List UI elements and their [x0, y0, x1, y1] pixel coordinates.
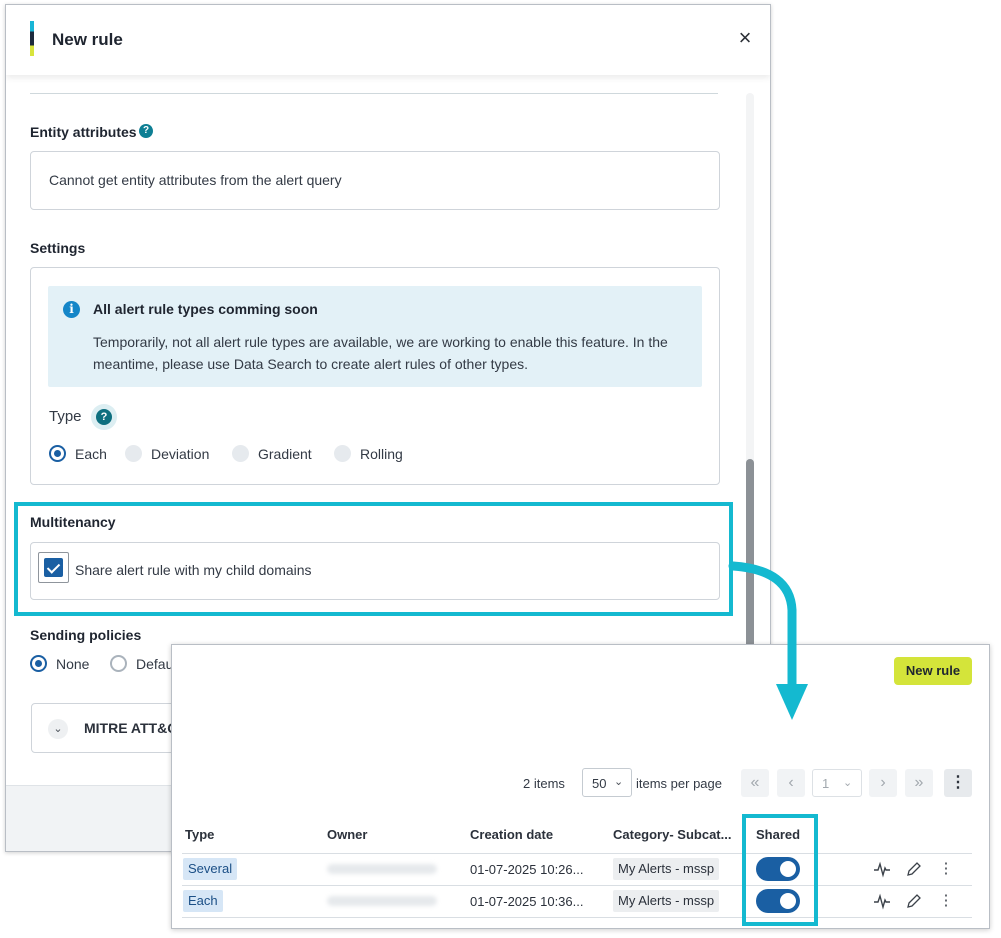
type-radio-gradient-label: Gradient — [258, 446, 312, 462]
info-banner-body: Temporarily, not all alert rule types ar… — [93, 334, 668, 372]
info-banner-title: All alert rule types comming soon — [93, 301, 318, 317]
settings-label: Settings — [30, 240, 86, 256]
entity-attributes-label: Entity attributes — [30, 124, 137, 140]
column-header-type[interactable]: Type — [185, 827, 214, 842]
section-divider — [30, 93, 718, 94]
type-radio-deviation-label: Deviation — [151, 446, 210, 462]
column-header-creation-date[interactable]: Creation date — [470, 827, 553, 842]
last-page-button[interactable]: » — [905, 769, 933, 797]
row-type-tag: Several — [183, 858, 238, 880]
type-radio-gradient[interactable] — [232, 445, 249, 462]
type-radio-rolling-label: Rolling — [360, 446, 403, 462]
page-select[interactable]: 1 ⌄ — [812, 769, 862, 797]
row-more-icon[interactable]: ⋮ — [937, 892, 955, 910]
row-divider — [182, 917, 972, 918]
column-header-category[interactable]: Category- Subcat... — [613, 827, 731, 842]
policy-radio-default[interactable] — [110, 655, 127, 672]
owner-redacted — [327, 896, 437, 906]
table-options-button[interactable]: ⋮ — [944, 769, 972, 797]
items-per-page-label: items per page — [636, 776, 722, 791]
pencil-icon[interactable] — [905, 860, 923, 878]
row-divider — [182, 885, 972, 886]
info-banner: i All alert rule types comming soon Temp… — [48, 286, 702, 387]
type-help-icon[interactable]: ? — [91, 404, 117, 430]
close-icon[interactable]: × — [734, 27, 756, 49]
owner-redacted — [327, 864, 437, 874]
row-type-tag: Each — [183, 890, 223, 912]
activity-icon[interactable] — [873, 892, 891, 910]
row-more-icon[interactable]: ⋮ — [937, 860, 955, 878]
new-rule-button[interactable]: New rule — [894, 657, 972, 685]
entity-attributes-value: Cannot get entity attributes from the al… — [49, 172, 342, 188]
row-category-tag: My Alerts - mssp — [613, 858, 720, 880]
type-radio-each[interactable] — [49, 445, 66, 462]
activity-icon[interactable] — [873, 860, 891, 878]
policy-radio-none-label: None — [56, 656, 90, 672]
table-header-divider — [182, 853, 972, 854]
per-page-value: 50 — [592, 776, 607, 791]
first-page-button[interactable]: « — [741, 769, 769, 797]
policy-radio-default-label: Defau — [136, 656, 174, 672]
modal-title: New rule — [52, 30, 123, 49]
info-icon: i — [63, 301, 80, 318]
page-value: 1 — [822, 776, 830, 791]
mitre-label: MITRE ATT&C — [84, 720, 178, 736]
type-radio-deviation[interactable] — [125, 445, 142, 462]
row-category-tag: My Alerts - mssp — [613, 890, 720, 912]
chevron-down-icon: ⌄ — [48, 719, 68, 739]
modal-header: New rule × — [6, 5, 770, 75]
type-label: Type — [49, 408, 82, 425]
chevron-down-icon: ⌄ — [843, 777, 853, 789]
help-icon[interactable]: ? — [139, 124, 153, 138]
column-header-owner[interactable]: Owner — [327, 827, 367, 842]
policy-radio-none[interactable] — [30, 655, 47, 672]
pencil-icon[interactable] — [905, 892, 923, 910]
brand-accent-bar — [30, 21, 34, 56]
type-radio-rolling[interactable] — [334, 445, 351, 462]
entity-attributes-field: Cannot get entity attributes from the al… — [30, 151, 720, 210]
prev-page-button[interactable]: ‹ — [777, 769, 805, 797]
multitenancy-highlight — [14, 502, 733, 616]
sending-policies-label: Sending policies — [30, 627, 142, 643]
alert-rules-panel: New rule 2 items 50 ⌄ items per page « ‹… — [171, 644, 990, 929]
items-count: 2 items — [523, 776, 565, 791]
chevron-down-icon: ⌄ — [614, 776, 624, 788]
row-creation-date: 01-07-2025 10:26... — [470, 862, 584, 877]
shared-column-highlight — [742, 814, 818, 926]
next-page-button[interactable]: › — [869, 769, 897, 797]
row-creation-date: 01-07-2025 10:36... — [470, 894, 584, 909]
items-per-page-select[interactable]: 50 ⌄ — [582, 768, 632, 797]
type-radio-each-label: Each — [75, 446, 107, 462]
